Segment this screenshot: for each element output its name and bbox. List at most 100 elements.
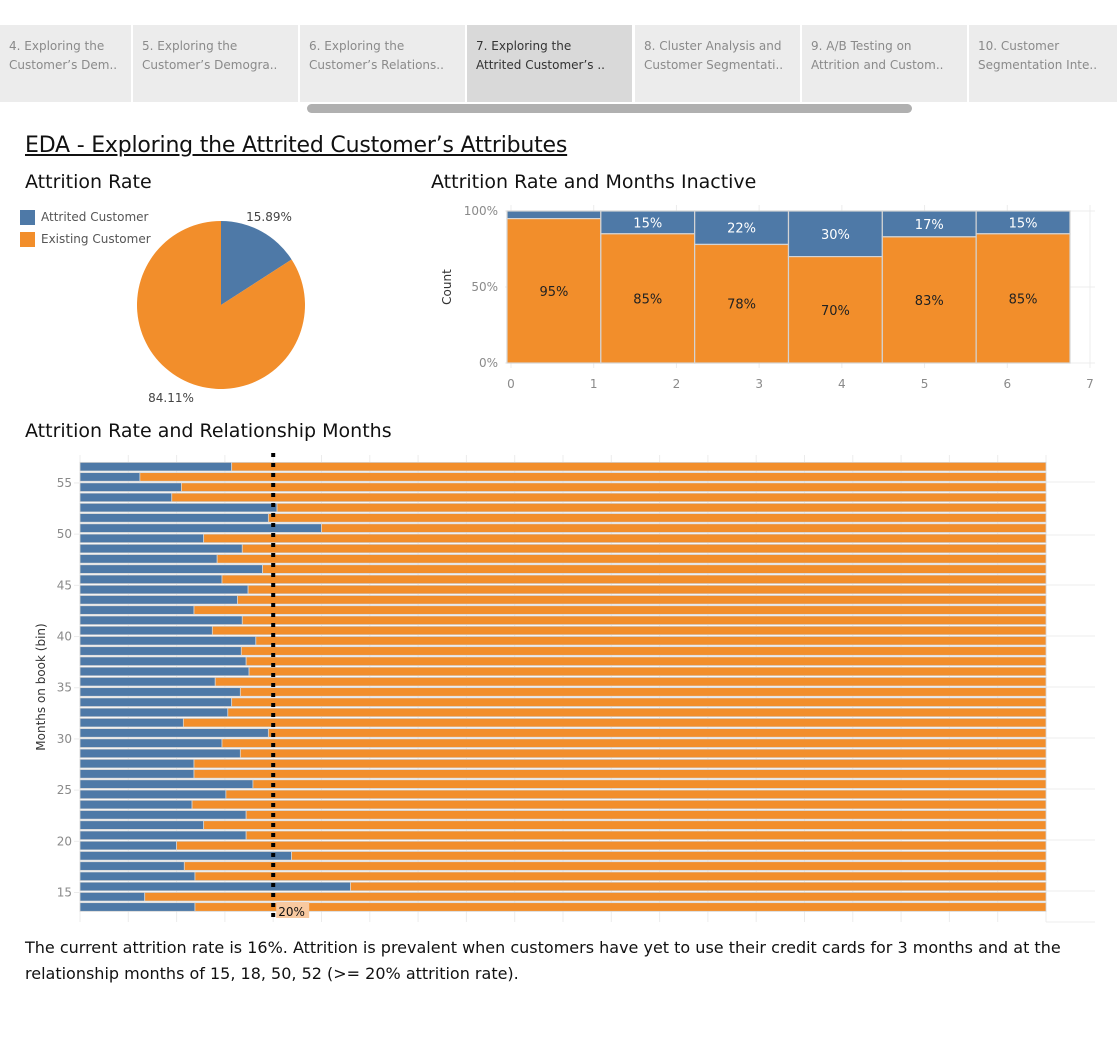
bar-segment-existing (262, 564, 1047, 574)
bar-segment-existing (245, 810, 1047, 820)
y-tick-label: 40 (57, 630, 72, 644)
y-tick-label: 30 (57, 732, 72, 746)
bar-segment-existing (216, 554, 1047, 564)
bar-segment-attrited (79, 840, 177, 851)
bar-segment-existing (203, 533, 1047, 544)
bar-segment-attrited (79, 605, 195, 615)
bar-segment-attrited (79, 554, 218, 564)
bar-segment-attrited (79, 492, 173, 503)
bar-segment-attrited (79, 697, 233, 707)
bar-segment-attrited (79, 677, 216, 687)
y-tick-label: 55 (57, 476, 72, 490)
bar-segment-attrited (79, 851, 292, 861)
y-tick-label: 20 (57, 834, 72, 848)
bar-segment-existing (245, 656, 1047, 666)
bar-segment-attrited (79, 574, 223, 585)
bar-segment-attrited (79, 728, 269, 738)
bar-segment-attrited (79, 646, 242, 656)
bar-segment-existing (221, 574, 1047, 585)
bar-segment-attrited (79, 584, 249, 595)
bar-segment-existing (194, 902, 1047, 912)
bar-segment-existing (214, 677, 1047, 687)
bar-segment-attrited (79, 513, 269, 523)
bar-segment-attrited (79, 861, 185, 871)
bar-segment-existing (181, 482, 1047, 492)
bar-segment-existing (252, 779, 1047, 789)
bar-segment-attrited (79, 636, 257, 646)
bar-segment-attrited (79, 871, 196, 882)
y-axis-title: Months on book (bin) (34, 623, 48, 750)
bar-segment-attrited (79, 533, 205, 544)
bar-segment-existing (182, 717, 1047, 728)
bar-segment-existing (267, 728, 1047, 738)
bar-segment-attrited (79, 810, 247, 820)
y-tick-label: 25 (57, 783, 72, 797)
bar-segment-attrited (79, 779, 254, 789)
bar-segment-attrited (79, 830, 247, 841)
bar-segment-existing (267, 513, 1047, 523)
bar-segment-existing (171, 492, 1047, 503)
insight-caption: The current attrition rate is 16%. Attri… (25, 938, 1061, 983)
bar-segment-attrited (79, 482, 182, 492)
bar-segment-existing (276, 502, 1047, 513)
bar-segment-existing (255, 636, 1047, 646)
bar-segment-attrited (79, 615, 243, 626)
bar-segment-existing (193, 769, 1047, 779)
relationship-months-chart: 15 20 25 30 35 40 45 50 55 Months on book (bin) 20… (34, 453, 1095, 923)
bar-segment-attrited (79, 543, 243, 554)
bar-segment-attrited (79, 769, 195, 779)
bar-segment-existing (241, 543, 1047, 554)
bar-segment-attrited (79, 502, 278, 513)
bar-segment-attrited (79, 666, 250, 677)
bar-segment-existing (231, 697, 1047, 707)
y-tick-label: 15 (57, 886, 72, 900)
bar-segment-attrited (79, 564, 263, 574)
bar-segment-existing (221, 738, 1047, 748)
bar-segment-attrited (79, 820, 205, 830)
bar-segment-existing (247, 584, 1047, 595)
bar-segment-attrited (79, 461, 233, 472)
bar-segment-attrited (79, 881, 351, 892)
bar-segment-existing (194, 871, 1047, 882)
bar-segment-attrited (79, 472, 141, 482)
bar-segment-existing (183, 861, 1047, 871)
bar-segment-attrited (79, 523, 322, 533)
bar-segment-existing (239, 748, 1047, 759)
bar-segment-existing (176, 840, 1047, 851)
bar-segment-existing (291, 851, 1047, 861)
bar-segment-existing (231, 461, 1047, 472)
bar-segment-existing (193, 605, 1047, 615)
bar-segment-existing (225, 789, 1047, 800)
bar-segment-existing (237, 595, 1047, 605)
bar-segment-attrited (79, 892, 146, 902)
bar-segment-attrited (79, 902, 196, 912)
bar-segment-existing (245, 830, 1047, 841)
bar-segment-attrited (79, 789, 227, 800)
bar-segment-existing (191, 799, 1047, 810)
bar-segment-existing (241, 615, 1047, 626)
bar-segment-attrited (79, 687, 241, 697)
bar-segment-existing (350, 881, 1047, 892)
bar-segment-attrited (79, 758, 195, 769)
bar-segment-existing (211, 625, 1047, 636)
bar-segment-existing (227, 707, 1047, 718)
bar-segment-attrited (79, 595, 238, 605)
bar-segment-attrited (79, 707, 229, 718)
bar-segment-existing (321, 523, 1047, 533)
bar-segment-existing (193, 758, 1047, 769)
bar-segment-existing (239, 687, 1047, 697)
bar-segment-attrited (79, 738, 223, 748)
bar-segment-existing (203, 820, 1047, 830)
bar-segment-existing (144, 892, 1047, 902)
bar-segment-existing (139, 472, 1047, 482)
bar-segment-attrited (79, 799, 193, 810)
y-tick-label: 45 (57, 578, 72, 592)
bar-segment-attrited (79, 625, 213, 636)
reference-line-label: 20% (278, 905, 305, 919)
y-tick-label: 35 (57, 681, 72, 695)
bar-segment-attrited (79, 748, 241, 759)
y-tick-label: 50 (57, 527, 72, 541)
bar-segment-attrited (79, 656, 247, 666)
bar-segment-existing (248, 666, 1047, 677)
bar-segment-existing (240, 646, 1047, 656)
